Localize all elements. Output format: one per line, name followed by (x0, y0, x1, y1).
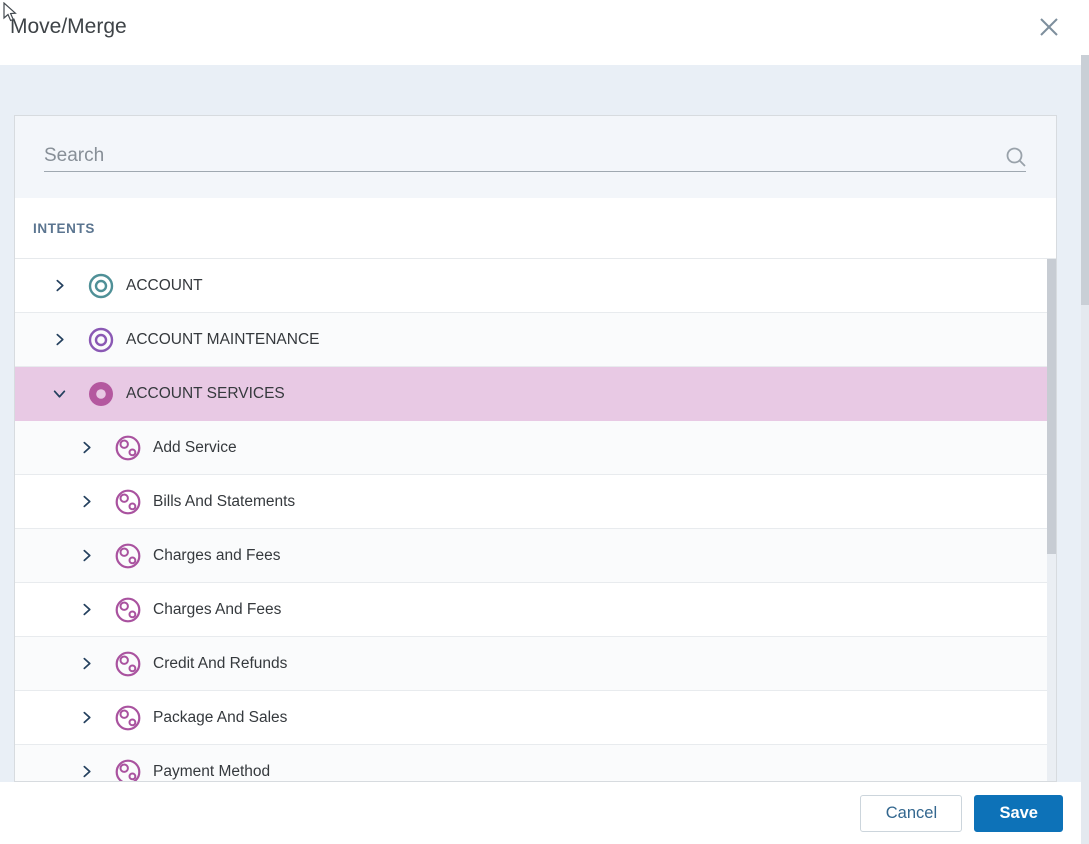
search-input[interactable] (44, 140, 1026, 172)
move-merge-dialog: { "dialog": { "title": "Move/Merge" }, "… (0, 0, 1089, 844)
list-scrollbar[interactable] (1047, 259, 1056, 781)
tree-row-label: Charges and Fees (153, 546, 281, 564)
tree-row-label: Payment Method (153, 762, 271, 780)
chevron-right-icon[interactable] (78, 764, 94, 780)
dialog-title: Move/Merge (10, 15, 127, 38)
cancel-button[interactable]: Cancel (860, 794, 963, 832)
intent-picker-panel: INTENTS ACCOUNT ACCOUNT MAINTENANCE ACCO… (14, 115, 1057, 782)
tree-row[interactable]: Package And Sales (15, 691, 1056, 745)
chevron-right-icon[interactable] (78, 548, 94, 564)
list-scrollbar-thumb[interactable] (1047, 259, 1056, 554)
intent-icon (114, 758, 142, 781)
intent-icon (114, 434, 142, 462)
chevron-right-icon[interactable] (51, 332, 67, 348)
tree-row[interactable]: Charges and Fees (15, 529, 1056, 583)
chevron-right-icon[interactable] (51, 278, 67, 294)
chevron-right-icon[interactable] (78, 440, 94, 456)
tree-row-label: Add Service (153, 438, 237, 456)
tree-row-label: Credit And Refunds (153, 654, 288, 672)
save-button[interactable]: Save (974, 794, 1063, 832)
donut-icon (87, 380, 115, 408)
tree-row[interactable]: Credit And Refunds (15, 637, 1056, 691)
intent-icon (114, 488, 142, 516)
tree-row-label: Package And Sales (153, 708, 288, 726)
tree-row[interactable]: Payment Method (15, 745, 1056, 781)
tree-row[interactable]: ACCOUNT MAINTENANCE (15, 313, 1056, 367)
chevron-right-icon[interactable] (78, 602, 94, 618)
intents-header-label: INTENTS (33, 220, 95, 236)
search-section (15, 116, 1056, 198)
intent-icon (114, 650, 142, 678)
intent-tree-list: ACCOUNT ACCOUNT MAINTENANCE ACCOUNT SERV… (15, 259, 1056, 781)
page-scrollbar[interactable] (1081, 55, 1089, 844)
tree-row-label: ACCOUNT (126, 276, 203, 294)
tree-row-label: Charges And Fees (153, 600, 282, 618)
tree-row-label: ACCOUNT MAINTENANCE (126, 330, 320, 348)
intent-icon (114, 596, 142, 624)
intent-icon (114, 542, 142, 570)
double-ring-icon (87, 272, 115, 300)
double-ring-icon (87, 326, 115, 354)
tree-row-label: ACCOUNT SERVICES (126, 384, 285, 402)
chevron-right-icon[interactable] (78, 656, 94, 672)
tree-row[interactable]: Bills And Statements (15, 475, 1056, 529)
tree-row[interactable]: ACCOUNT (15, 259, 1056, 313)
dialog-header: Move/Merge (0, 0, 1089, 65)
close-icon[interactable] (1037, 15, 1061, 39)
page-scrollbar-thumb[interactable] (1081, 55, 1089, 305)
chevron-right-icon[interactable] (78, 710, 94, 726)
mouse-cursor-icon (2, 1, 18, 29)
tree-row[interactable]: Charges And Fees (15, 583, 1056, 637)
intents-section-header: INTENTS (15, 198, 1056, 259)
magnifier-icon[interactable] (1004, 145, 1028, 169)
dialog-footer: Cancel Save (0, 782, 1089, 844)
chevron-down-icon[interactable] (51, 386, 67, 402)
tree-row[interactable]: ACCOUNT SERVICES (15, 367, 1056, 421)
dialog-body: INTENTS ACCOUNT ACCOUNT MAINTENANCE ACCO… (0, 65, 1089, 782)
chevron-right-icon[interactable] (78, 494, 94, 510)
intent-icon (114, 704, 142, 732)
tree-row[interactable]: Add Service (15, 421, 1056, 475)
tree-row-label: Bills And Statements (153, 492, 296, 510)
